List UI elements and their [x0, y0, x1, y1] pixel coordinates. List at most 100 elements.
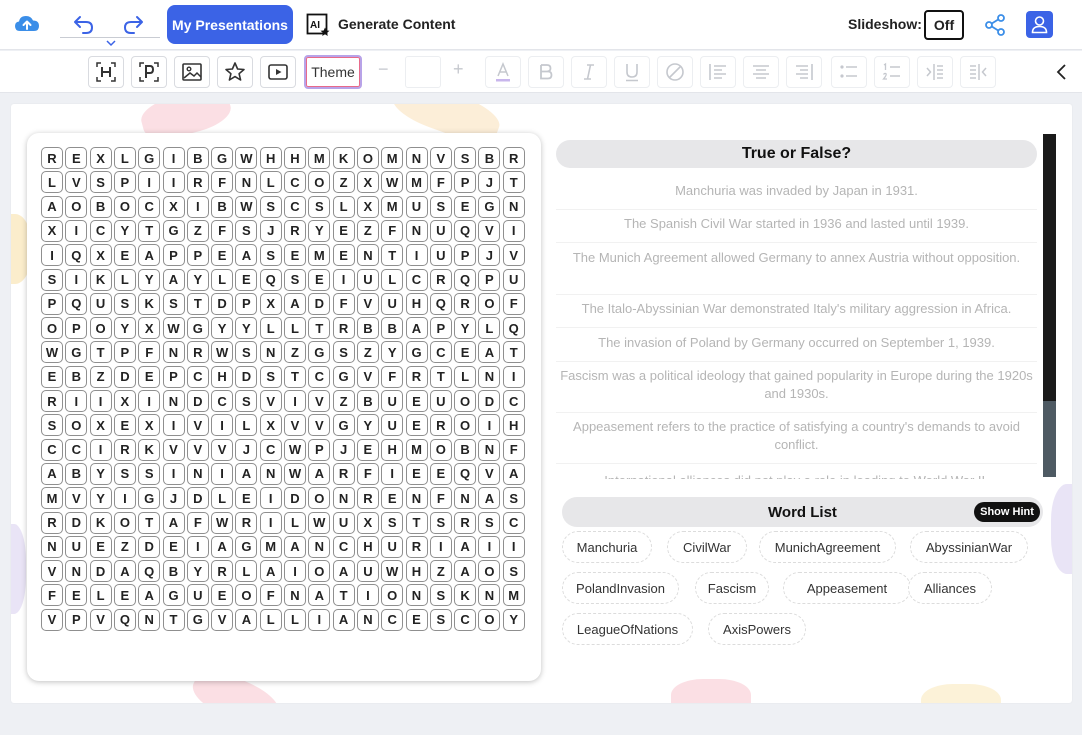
grid-cell[interactable]: R: [502, 147, 525, 169]
grid-cell[interactable]: X: [356, 195, 379, 218]
grid-cell[interactable]: Q: [502, 317, 525, 340]
grid-cell[interactable]: P: [162, 365, 185, 388]
grid-cell[interactable]: F: [381, 365, 404, 388]
grid-cell[interactable]: E: [405, 608, 428, 631]
grid-cell[interactable]: W: [211, 511, 234, 534]
grid-cell[interactable]: X: [89, 147, 112, 169]
grid-cell[interactable]: P: [65, 608, 88, 631]
grid-cell[interactable]: I: [186, 535, 209, 558]
grid-cell[interactable]: U: [381, 414, 404, 437]
grid-cell[interactable]: A: [211, 535, 234, 558]
grid-cell[interactable]: P: [186, 244, 209, 267]
grid-cell[interactable]: S: [259, 365, 282, 388]
grid-cell[interactable]: X: [259, 292, 282, 315]
grid-cell[interactable]: N: [259, 462, 282, 485]
grid-cell[interactable]: A: [235, 462, 258, 485]
grid-cell[interactable]: I: [332, 268, 355, 291]
true-false-statement[interactable]: Appeasement refers to the practice of sa…: [556, 414, 1037, 464]
grid-cell[interactable]: I: [478, 535, 501, 558]
grid-cell[interactable]: F: [502, 292, 525, 315]
grid-cell[interactable]: D: [186, 390, 209, 412]
grid-cell[interactable]: X: [113, 390, 136, 412]
grid-cell[interactable]: X: [259, 414, 282, 437]
grid-cell[interactable]: C: [259, 438, 282, 461]
grid-cell[interactable]: S: [429, 511, 452, 534]
align-left-button[interactable]: [700, 56, 736, 88]
grid-cell[interactable]: A: [478, 487, 501, 510]
grid-cell[interactable]: L: [113, 268, 136, 291]
indent-button[interactable]: [917, 56, 953, 88]
grid-cell[interactable]: T: [381, 244, 404, 267]
grid-cell[interactable]: D: [308, 292, 331, 315]
grid-cell[interactable]: H: [259, 147, 282, 169]
generate-content-button[interactable]: Generate Content: [338, 16, 455, 32]
grid-cell[interactable]: M: [381, 147, 404, 169]
grid-cell[interactable]: F: [332, 292, 355, 315]
grid-cell[interactable]: L: [259, 608, 282, 631]
grid-cell[interactable]: R: [211, 560, 234, 583]
grid-cell[interactable]: E: [211, 244, 234, 267]
text-color-button[interactable]: [485, 56, 521, 88]
user-account-button[interactable]: [1026, 11, 1053, 38]
grid-cell[interactable]: P: [113, 341, 136, 364]
grid-cell[interactable]: O: [308, 487, 331, 510]
grid-cell[interactable]: P: [41, 292, 63, 315]
grid-cell[interactable]: G: [308, 341, 331, 364]
grid-cell[interactable]: Q: [454, 462, 477, 485]
grid-cell[interactable]: S: [138, 462, 161, 485]
grid-cell[interactable]: N: [356, 244, 379, 267]
grid-cell[interactable]: G: [405, 341, 428, 364]
grid-cell[interactable]: W: [381, 560, 404, 583]
grid-cell[interactable]: G: [162, 219, 185, 242]
grid-cell[interactable]: G: [478, 195, 501, 218]
grid-cell[interactable]: P: [429, 317, 452, 340]
grid-cell[interactable]: T: [502, 341, 525, 364]
grid-cell[interactable]: I: [41, 244, 63, 267]
grid-cell[interactable]: O: [478, 560, 501, 583]
grid-cell[interactable]: M: [41, 487, 63, 510]
grid-cell[interactable]: R: [186, 341, 209, 364]
grid-cell[interactable]: A: [138, 584, 161, 607]
grid-cell[interactable]: R: [454, 511, 477, 534]
grid-cell[interactable]: S: [478, 511, 501, 534]
grid-cell[interactable]: I: [162, 462, 185, 485]
grid-cell[interactable]: W: [381, 171, 404, 194]
grid-cell[interactable]: S: [113, 462, 136, 485]
grid-cell[interactable]: I: [65, 390, 88, 412]
grid-cell[interactable]: C: [65, 438, 88, 461]
grid-cell[interactable]: I: [89, 390, 112, 412]
grid-cell[interactable]: V: [186, 414, 209, 437]
heading-button[interactable]: [88, 56, 124, 88]
grid-cell[interactable]: V: [308, 414, 331, 437]
grid-cell[interactable]: R: [356, 487, 379, 510]
grid-cell[interactable]: Q: [454, 219, 477, 242]
grid-cell[interactable]: X: [162, 195, 185, 218]
grid-cell[interactable]: I: [502, 365, 525, 388]
grid-cell[interactable]: I: [65, 268, 88, 291]
grid-cell[interactable]: U: [429, 390, 452, 412]
share-icon[interactable]: [983, 13, 1007, 37]
grid-cell[interactable]: N: [502, 195, 525, 218]
grid-cell[interactable]: S: [454, 147, 477, 169]
grid-cell[interactable]: Y: [89, 487, 112, 510]
word-chip[interactable]: AbyssinianWar: [910, 531, 1028, 563]
grid-cell[interactable]: N: [308, 535, 331, 558]
grid-cell[interactable]: O: [41, 317, 63, 340]
grid-cell[interactable]: R: [429, 414, 452, 437]
grid-cell[interactable]: K: [89, 511, 112, 534]
grid-cell[interactable]: C: [308, 365, 331, 388]
grid-cell[interactable]: R: [41, 147, 63, 169]
grid-cell[interactable]: A: [478, 341, 501, 364]
grid-cell[interactable]: S: [429, 195, 452, 218]
grid-cell[interactable]: H: [502, 414, 525, 437]
grid-cell[interactable]: V: [211, 608, 234, 631]
grid-cell[interactable]: L: [332, 195, 355, 218]
grid-cell[interactable]: E: [405, 462, 428, 485]
grid-cell[interactable]: V: [65, 171, 88, 194]
grid-cell[interactable]: R: [405, 535, 428, 558]
grid-cell[interactable]: L: [235, 414, 258, 437]
grid-cell[interactable]: A: [162, 268, 185, 291]
grid-cell[interactable]: M: [502, 584, 525, 607]
grid-cell[interactable]: B: [356, 317, 379, 340]
grid-cell[interactable]: V: [478, 462, 501, 485]
